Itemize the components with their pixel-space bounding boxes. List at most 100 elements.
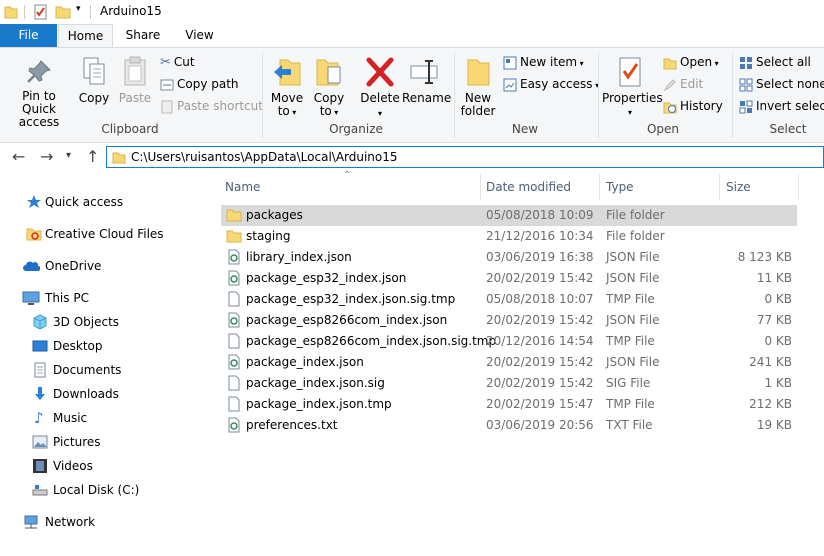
properties-check-icon[interactable]	[33, 4, 49, 20]
folder-icon	[4, 6, 18, 19]
column-header-name[interactable]: Name	[225, 178, 481, 200]
column-divider[interactable]	[599, 174, 600, 200]
file-row[interactable]: packages 05/08/2018 10:09 File folder	[221, 205, 797, 226]
open-button[interactable]: Open ▾	[663, 53, 719, 71]
invert-selection-button[interactable]: Invert selection	[739, 97, 824, 115]
history-label: History	[680, 99, 723, 113]
file-type: JSON File	[606, 313, 660, 327]
tab-view[interactable]: View	[172, 24, 227, 47]
file-row[interactable]: package_index.json 20/02/2019 15:42 JSON F…	[221, 352, 797, 373]
file-row[interactable]: package_esp8266com_index.json 20/02/2019 …	[221, 310, 797, 331]
file-row[interactable]: package_esp8266com_index.json.sig.tmp 20/…	[221, 331, 797, 352]
file-row[interactable]: package_esp32_index.json.sig.tmp 05/08/20…	[221, 289, 797, 310]
nav-item-downloads[interactable]: Downloads	[0, 382, 206, 406]
edit-button[interactable]: Edit	[663, 75, 703, 93]
nav-item-this-pc[interactable]: This PC	[0, 286, 206, 310]
select-none-icon	[739, 78, 753, 91]
select-none-button[interactable]: Select none	[739, 75, 824, 93]
rename-label: Rename	[402, 91, 452, 105]
copy-path-label: Copy path	[177, 77, 239, 91]
column-header-size[interactable]: Size	[726, 178, 798, 200]
window-title: Arduino15	[100, 4, 162, 18]
column-divider[interactable]	[719, 174, 720, 200]
invert-selection-icon	[739, 100, 753, 113]
nav-item-videos[interactable]: Videos	[0, 454, 206, 478]
address-bar[interactable]: C:\Users\ruisantos\AppData\Local\Arduino…	[106, 146, 824, 168]
easy-access-button[interactable]: Easy access ▾	[503, 75, 599, 93]
select-all-icon	[740, 56, 752, 69]
file-date-modified: 20/02/2019 15:47	[486, 397, 594, 411]
desktop-icon	[32, 340, 48, 352]
column-header-type[interactable]: Type	[606, 178, 718, 200]
file-type: TXT File	[606, 418, 653, 432]
move-to-label-1: Move	[270, 91, 304, 105]
tab-share[interactable]: Share	[114, 24, 172, 47]
file-type: TMP File	[606, 292, 655, 306]
tab-home[interactable]: Home	[58, 24, 113, 48]
forward-arrow-icon[interactable]: →	[40, 147, 53, 166]
back-arrow-icon[interactable]: ←	[12, 147, 25, 166]
new-folder-icon[interactable]	[55, 4, 71, 20]
nav-label: Pictures	[53, 435, 101, 449]
column-divider[interactable]	[798, 174, 799, 200]
file-name: package_esp8266com_index.json	[246, 313, 448, 327]
group-divider	[732, 52, 733, 138]
copy-path-icon	[160, 79, 174, 90]
file-date-modified: 05/08/2018 10:09	[486, 208, 594, 222]
nav-item-music[interactable]: ♪ Music	[0, 406, 206, 430]
rename-button[interactable]: Rename	[402, 56, 451, 105]
file-date-modified: 20/02/2019 15:42	[486, 271, 594, 285]
copy-to-label-1: Copy	[313, 91, 345, 105]
file-type: TMP File	[606, 334, 655, 348]
new-item-button[interactable]: New item ▾	[503, 53, 584, 71]
tab-file[interactable]: File	[0, 24, 57, 47]
recent-locations-chevron-icon[interactable]: ▾	[66, 150, 71, 161]
new-item-icon	[503, 56, 517, 69]
nav-item-documents[interactable]: Documents	[0, 358, 206, 382]
properties-button[interactable]: Properties ▾	[602, 56, 663, 119]
nav-item-onedrive[interactable]: OneDrive	[0, 254, 206, 278]
move-to-button[interactable]: Move to ▾	[268, 56, 306, 119]
paste-button[interactable]: Paste	[116, 56, 154, 105]
file-row[interactable]: library_index.json 03/06/2019 16:38 JSON F…	[221, 247, 797, 268]
delete-button[interactable]: Delete ▾	[358, 56, 402, 120]
chevron-down-icon: ▾	[289, 108, 297, 117]
file-row[interactable]: package_index.json.sig 20/02/2019 15:42 SI…	[221, 373, 797, 394]
history-button[interactable]: History	[663, 97, 723, 115]
pin-to-quick-access-button[interactable]: Pin to Quick access	[4, 58, 74, 129]
file-row[interactable]: package_index.json.tmp 20/02/2019 15:47 TM…	[221, 394, 797, 415]
select-all-label: Select all	[756, 55, 811, 69]
nav-item-local-disk[interactable]: Local Disk (C:)	[0, 478, 206, 502]
nav-label: Quick access	[45, 195, 124, 209]
file-date-modified: 20/02/2019 15:42	[486, 313, 594, 327]
new-folder-button[interactable]: New folder	[458, 56, 498, 118]
column-divider[interactable]	[480, 174, 481, 200]
copy-button[interactable]: Copy	[76, 56, 112, 105]
nav-label: 3D Objects	[53, 315, 120, 329]
up-arrow-icon[interactable]: ↑	[86, 147, 99, 166]
nav-item-desktop[interactable]: Desktop	[0, 334, 206, 358]
ribbon: Pin to Quick access Copy Paste ✂ Cut Copy…	[0, 47, 824, 143]
divider	[90, 5, 91, 19]
new-folder-label-1: New	[464, 91, 492, 105]
paste-shortcut-icon	[161, 100, 173, 113]
file-row[interactable]: preferences.txt 03/06/2019 20:56 TXT File 1…	[221, 415, 797, 436]
new-folder-icon	[467, 59, 490, 86]
nav-item-3d-objects[interactable]: 3D Objects	[0, 310, 206, 334]
nav-item-network[interactable]: Network	[0, 510, 206, 534]
edit-icon	[663, 78, 676, 91]
nav-item-quick-access[interactable]: Quick access	[0, 190, 206, 214]
customize-toolbar-icon[interactable]: ▾	[76, 4, 81, 14]
nav-item-creative-cloud[interactable]: Creative Cloud Files	[0, 222, 206, 246]
nav-item-pictures[interactable]: Pictures	[0, 430, 206, 454]
paste-shortcut-button[interactable]: Paste shortcut	[160, 97, 263, 115]
cut-button[interactable]: ✂ Cut	[160, 53, 195, 71]
copy-path-button[interactable]: Copy path	[160, 75, 239, 93]
column-header-date[interactable]: Date modified	[486, 178, 598, 200]
select-all-button[interactable]: Select all	[739, 53, 811, 71]
nav-label: Downloads	[53, 387, 119, 401]
file-row[interactable]: package_esp32_index.json 20/02/2019 15:42…	[221, 268, 797, 289]
file-row[interactable]: staging 21/12/2016 10:34 File folder	[221, 226, 797, 247]
copy-to-button[interactable]: Copy to ▾	[310, 56, 348, 119]
file-icon	[226, 270, 242, 289]
